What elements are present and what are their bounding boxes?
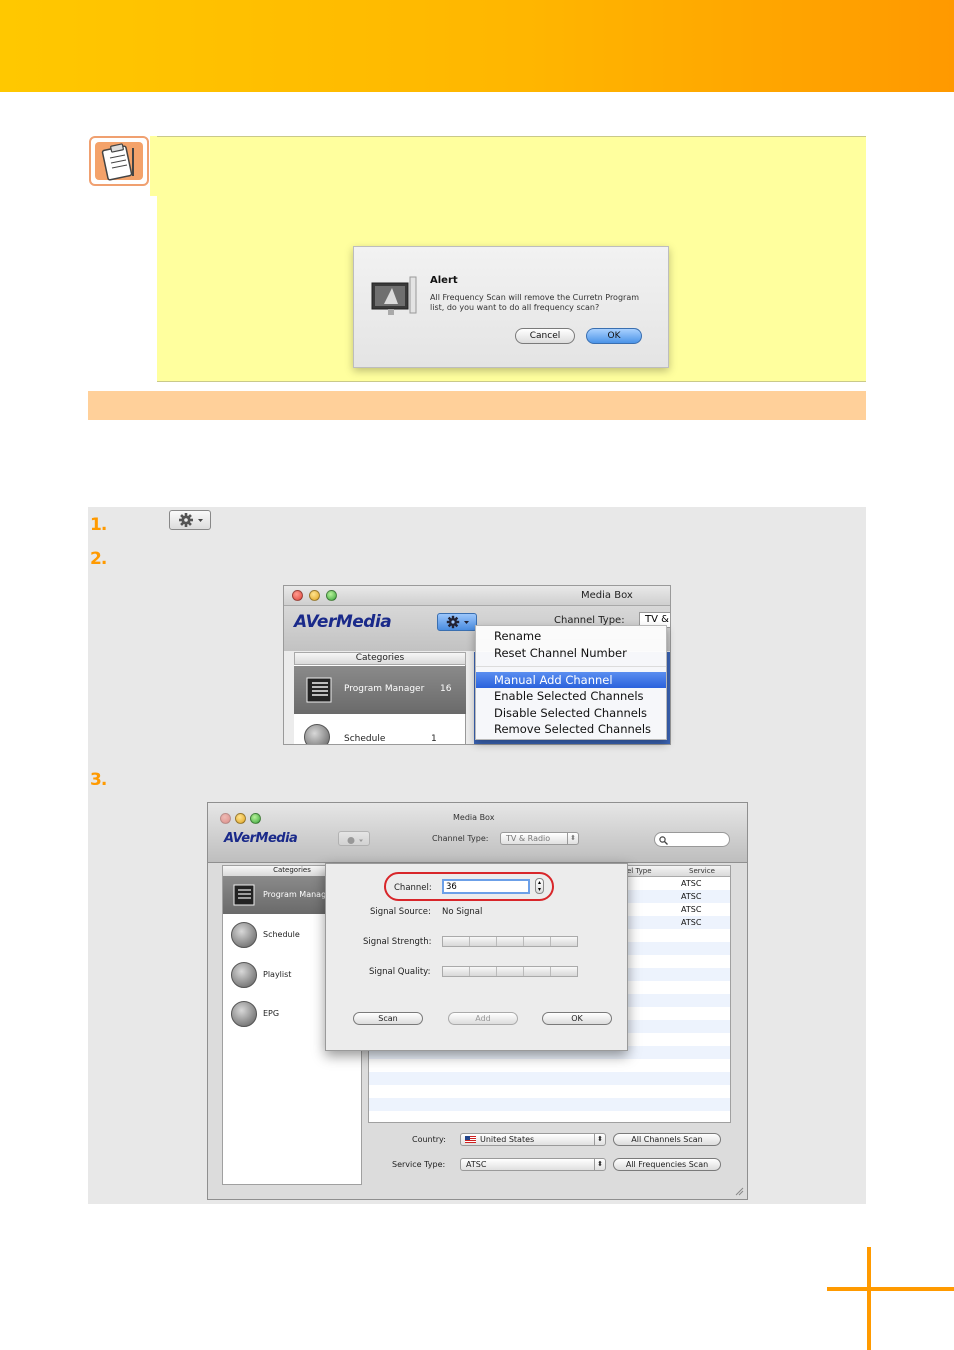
sidebar-item-playlist[interactable]: Playlist — [263, 970, 291, 979]
crop-mark-vertical — [867, 1247, 871, 1350]
all-frequencies-scan-button[interactable]: All Frequencies Scan — [613, 1158, 721, 1171]
media-box-app-icon — [371, 276, 417, 315]
schedule-icon — [304, 724, 330, 744]
country-label: Country: — [412, 1135, 446, 1144]
column-header-type[interactable]: el Type — [627, 867, 652, 875]
avermedia-logo: AVerMedia — [224, 831, 298, 846]
epg-icon — [231, 1001, 257, 1027]
chevron-updown-icon: ⬍ — [594, 1159, 605, 1170]
signal-strength-meter — [442, 936, 578, 947]
cancel-button[interactable]: Cancel — [515, 328, 575, 344]
crop-mark-horizontal — [827, 1287, 954, 1291]
sidebar-item-schedule[interactable]: Schedule — [263, 930, 300, 939]
schedule-icon — [231, 922, 257, 948]
signal-strength-label: Signal Strength: — [363, 937, 432, 947]
chevron-updown-icon: ⬍ — [567, 833, 578, 844]
categories-header: Categories — [294, 652, 466, 665]
signal-source-value: No Signal — [442, 907, 483, 917]
table-row-stripe — [369, 1072, 730, 1085]
signal-quality-meter — [442, 966, 578, 977]
country-value: United States — [480, 1135, 535, 1144]
table-cell-service: ATSC — [681, 879, 702, 888]
window-title: Media Box — [581, 590, 633, 601]
signal-quality-label: Signal Quality: — [369, 967, 431, 977]
search-icon — [659, 836, 668, 845]
channel-type-value: TV & Radio — [506, 834, 551, 843]
close-window-icon[interactable] — [292, 590, 303, 601]
table-cell-service: ATSC — [681, 905, 702, 914]
alert-message: All Frequency Scan will remove the Curre… — [430, 293, 640, 312]
zoom-window-icon[interactable] — [326, 590, 337, 601]
gear-icon — [347, 837, 363, 844]
category-schedule-label[interactable]: Schedule — [344, 734, 385, 744]
signal-source-label: Signal Source: — [370, 907, 431, 917]
service-type-select[interactable]: ATSC ⬍ — [460, 1158, 606, 1171]
window-titlebar: Media Box — [284, 586, 670, 606]
step-number-2: 2. — [90, 549, 107, 569]
country-select[interactable]: United States ⬍ — [460, 1133, 606, 1146]
chevron-updown-icon: ⬍ — [594, 1134, 605, 1145]
column-header-service[interactable]: Service — [689, 867, 715, 875]
gear-menu-button[interactable] — [169, 510, 211, 530]
menu-item-reset-channel-number[interactable]: Reset Channel Number — [476, 645, 666, 661]
menu-item-enable-selected[interactable]: Enable Selected Channels — [476, 688, 666, 704]
category-label: Program Manager — [344, 684, 425, 694]
minimize-window-icon[interactable] — [309, 590, 320, 601]
service-type-value: ATSC — [466, 1160, 487, 1169]
manual-add-screenshot: Media Box AVerMedia Channel Type: TV & R… — [207, 802, 748, 1200]
menu-separator — [476, 666, 666, 667]
playlist-icon — [231, 962, 257, 988]
channel-highlight-ring — [384, 872, 554, 901]
alert-title: Alert — [430, 275, 458, 286]
menu-item-rename[interactable]: Rename — [476, 628, 666, 644]
avermedia-logo: AVerMedia — [294, 612, 392, 632]
sidebar-item-label: Program Manage — [263, 890, 332, 899]
clipboard-icon — [101, 143, 134, 181]
manual-add-channel-dialog: Channel: ▴ ▾ Signal Source: No Signal Si… — [325, 863, 628, 1051]
add-button[interactable]: Add — [448, 1012, 518, 1025]
step-number-1: 1. — [90, 515, 107, 535]
minimize-window-icon[interactable] — [235, 813, 246, 824]
gear-menu-button-active[interactable] — [437, 613, 477, 631]
header-band — [0, 0, 954, 92]
section-heading-bar — [88, 391, 866, 420]
category-schedule-count: 1 — [431, 734, 437, 744]
zoom-window-icon[interactable] — [250, 813, 261, 824]
program-manager-icon — [233, 884, 255, 906]
sidebar-item-epg[interactable]: EPG — [263, 1009, 279, 1018]
window-toolbar: Media Box AVerMedia Channel Type: TV & R… — [208, 803, 747, 863]
table-row-stripe — [369, 1098, 730, 1111]
note-icon — [89, 136, 149, 186]
table-cell-service: ATSC — [681, 918, 702, 927]
scan-button[interactable]: Scan — [353, 1012, 423, 1025]
resize-grip-icon[interactable] — [734, 1186, 744, 1196]
alert-dialog: Alert All Frequency Scan will remove the… — [353, 246, 669, 368]
us-flag-icon — [465, 1136, 476, 1143]
all-channels-scan-button[interactable]: All Channels Scan — [613, 1133, 721, 1146]
service-type-label: Service Type: — [392, 1160, 446, 1169]
category-program-manager[interactable]: Program Manager 16 — [294, 666, 466, 714]
gear-menu-button[interactable] — [338, 831, 370, 846]
ok-button[interactable]: OK — [542, 1012, 612, 1025]
gear-context-menu: Rename Reset Channel Number Manual Add C… — [475, 625, 667, 740]
gear-icon — [446, 615, 469, 629]
ok-button[interactable]: OK — [586, 328, 642, 344]
menu-item-manual-add-channel[interactable]: Manual Add Channel — [476, 672, 666, 688]
channel-type-select[interactable]: TV & Radio ⬍ — [500, 832, 579, 845]
search-input[interactable] — [654, 832, 730, 847]
gear-icon — [179, 513, 203, 527]
step-number-3: 3. — [90, 770, 107, 790]
menu-item-disable-selected[interactable]: Disable Selected Channels — [476, 705, 666, 721]
channel-type-label: Channel Type: — [432, 834, 489, 843]
close-window-icon[interactable] — [220, 813, 231, 824]
menu-item-remove-selected[interactable]: Remove Selected Channels — [476, 721, 666, 737]
program-manager-icon — [306, 677, 332, 703]
window-title: Media Box — [453, 813, 495, 822]
table-cell-service: ATSC — [681, 892, 702, 901]
category-count: 16 — [440, 684, 452, 694]
